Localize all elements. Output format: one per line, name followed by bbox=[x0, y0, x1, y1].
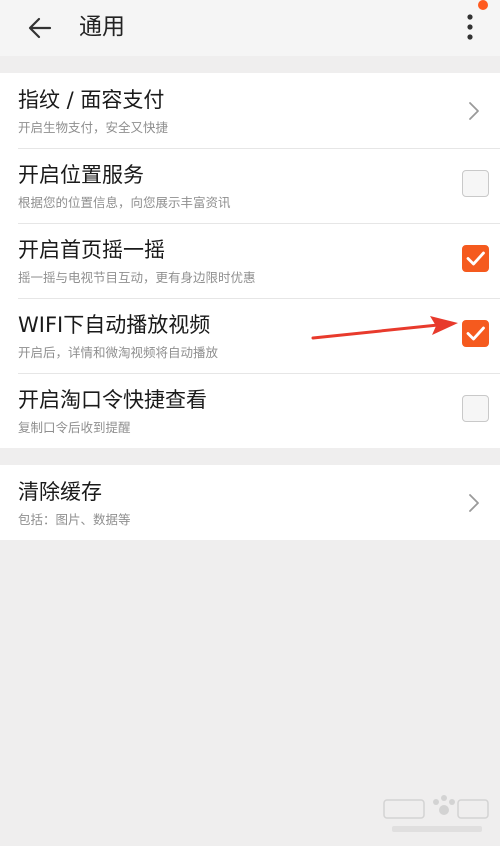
setting-title: 开启首页摇一摇 bbox=[18, 238, 165, 262]
setting-subtitle: 复制口令后收到提醒 bbox=[18, 420, 131, 435]
setting-title: WIFI下自动播放视频 bbox=[18, 313, 211, 337]
page-title: 通用 bbox=[79, 14, 125, 40]
setting-subtitle: 包括：图片、数据等 bbox=[18, 512, 131, 527]
setting-title: 开启位置服务 bbox=[18, 163, 144, 187]
location-checkbox[interactable] bbox=[462, 170, 489, 197]
watermark-logo-icon bbox=[383, 795, 489, 832]
setting-subtitle: 摇一摇与电视节目互动，更有身边限时优惠 bbox=[18, 270, 256, 285]
setting-row-shake: 开启首页摇一摇 摇一摇与电视节目互动，更有身边限时优惠 bbox=[0, 223, 500, 298]
wifi-autoplay-checkbox[interactable] bbox=[462, 320, 489, 347]
setting-subtitle: 开启后，详情和微淘视频将自动播放 bbox=[18, 345, 219, 360]
setting-title: 指纹 / 面容支付 bbox=[18, 88, 165, 112]
setting-subtitle: 开启生物支付，安全又快捷 bbox=[18, 120, 169, 135]
setting-title: 开启淘口令快捷查看 bbox=[18, 388, 207, 412]
taokouling-checkbox[interactable] bbox=[462, 395, 489, 422]
settings-group: 指纹 / 面容支付 开启生物支付，安全又快捷 开启位置服务 根据您的位置信息，向… bbox=[0, 73, 500, 448]
checkmark-icon bbox=[466, 251, 485, 266]
setting-title: 清除缓存 bbox=[18, 480, 102, 504]
setting-row-clear-cache[interactable]: 清除缓存 包括：图片、数据等 bbox=[0, 465, 500, 540]
notification-dot bbox=[478, 0, 488, 10]
setting-row-biometric-pay[interactable]: 指纹 / 面容支付 开启生物支付，安全又快捷 bbox=[0, 73, 500, 148]
setting-row-wifi-autoplay: WIFI下自动播放视频 开启后，详情和微淘视频将自动播放 bbox=[0, 298, 500, 373]
cache-group: 清除缓存 包括：图片、数据等 bbox=[0, 465, 500, 540]
setting-subtitle: 根据您的位置信息，向您展示丰富资讯 bbox=[18, 195, 231, 210]
checkmark-icon bbox=[466, 326, 485, 341]
shake-checkbox[interactable] bbox=[462, 245, 489, 272]
setting-row-location: 开启位置服务 根据您的位置信息，向您展示丰富资讯 bbox=[0, 148, 500, 223]
more-vertical-icon[interactable] bbox=[460, 12, 480, 42]
app-header: 通用 bbox=[0, 0, 500, 56]
chevron-right-icon bbox=[469, 102, 479, 120]
back-arrow-icon[interactable] bbox=[24, 12, 56, 44]
setting-row-taokouling: 开启淘口令快捷查看 复制口令后收到提醒 bbox=[0, 373, 500, 448]
chevron-right-icon bbox=[469, 494, 479, 512]
